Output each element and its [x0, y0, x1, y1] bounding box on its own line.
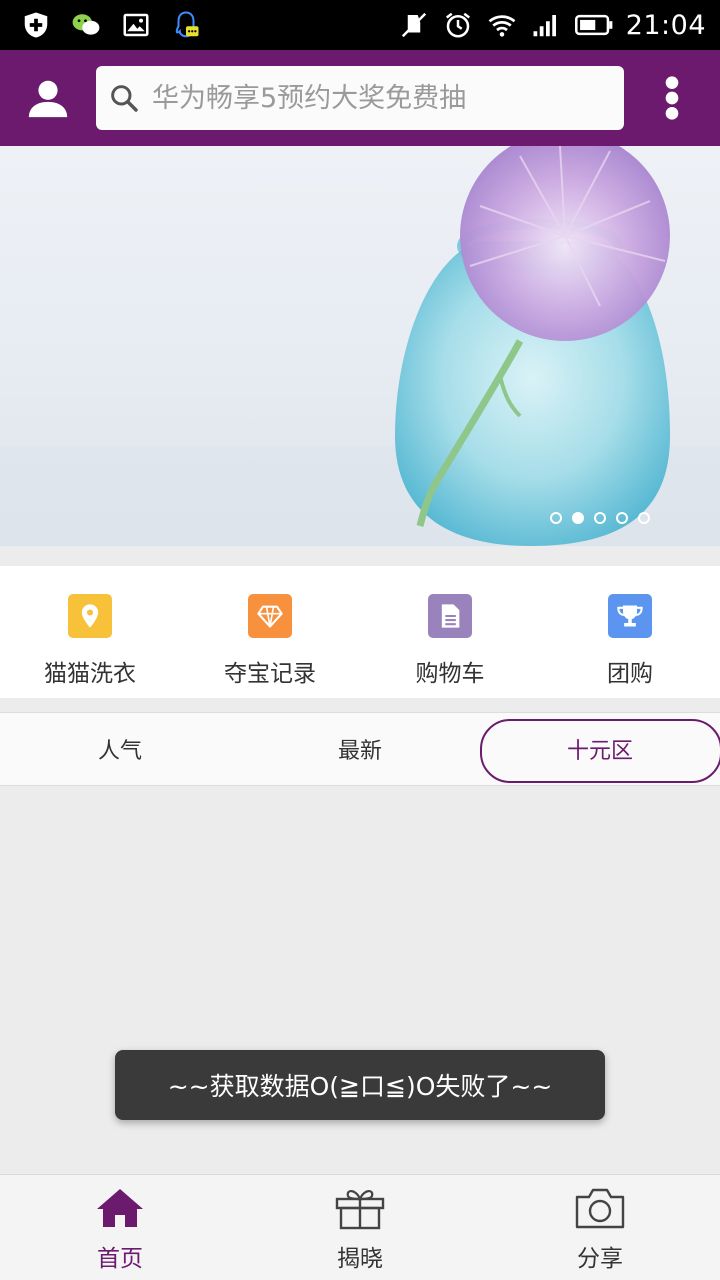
mute-icon: [398, 9, 430, 41]
user-icon: [28, 80, 68, 118]
trophy-icon: [608, 594, 652, 638]
diamond-icon: [248, 594, 292, 638]
wechat-icon: [70, 9, 102, 41]
carousel-dot[interactable]: [638, 512, 650, 524]
quick-menu-treasure-records[interactable]: 夺宝记录: [180, 566, 360, 698]
nav-share[interactable]: 分享: [480, 1175, 720, 1280]
tab-latest[interactable]: 最新: [240, 713, 480, 785]
more-button[interactable]: [624, 50, 720, 146]
carousel-dot[interactable]: [572, 512, 584, 524]
tab-popular[interactable]: 人气: [0, 713, 240, 785]
qq-icon: [170, 9, 202, 41]
carousel-dot[interactable]: [550, 512, 562, 524]
bottom-nav: 首页 揭晓 分享: [0, 1174, 720, 1280]
document-icon: [428, 594, 472, 638]
carousel-dot[interactable]: [616, 512, 628, 524]
carousel-dot[interactable]: [594, 512, 606, 524]
quick-menu-label: 团购: [607, 661, 653, 687]
tab-ten-yuan[interactable]: 十元区: [480, 713, 720, 785]
search-icon: [111, 85, 138, 112]
gift-icon: [333, 1185, 387, 1235]
quick-menu-label: 猫猫洗衣: [44, 661, 136, 687]
status-bar: 21:04: [0, 0, 720, 50]
battery-icon: [574, 9, 614, 41]
alarm-icon: [442, 9, 474, 41]
nav-label: 分享: [577, 1246, 623, 1272]
carousel-indicator[interactable]: [550, 512, 650, 524]
nav-label: 首页: [97, 1246, 143, 1272]
quick-menu: 猫猫洗衣 夺宝记录 购物车 团购: [0, 566, 720, 698]
quick-menu-cart[interactable]: 购物车: [360, 566, 540, 698]
nav-label: 揭晓: [337, 1246, 383, 1272]
quick-menu-label: 购物车: [415, 661, 485, 687]
more-vertical-icon: [665, 76, 679, 120]
search-box[interactable]: [96, 66, 624, 130]
banner-image: [0, 146, 720, 546]
error-toast: ~~获取数据O(≧口≦)O失败了~~: [115, 1050, 605, 1120]
quick-menu-group-buy[interactable]: 团购: [540, 566, 720, 698]
image-icon: [120, 9, 152, 41]
home-icon: [93, 1185, 147, 1235]
search-input[interactable]: [152, 82, 602, 114]
shield-plus-icon: [20, 9, 52, 41]
category-tabs: 人气 最新 十元区: [0, 712, 720, 786]
location-pin-icon: [68, 594, 112, 638]
wifi-icon: [486, 9, 518, 41]
signal-icon: [530, 9, 562, 41]
quick-menu-label: 夺宝记录: [224, 661, 316, 687]
top-bar: [0, 50, 720, 146]
nav-announce[interactable]: 揭晓: [240, 1175, 480, 1280]
status-time: 21:04: [625, 9, 706, 41]
quick-menu-laundry[interactable]: 猫猫洗衣: [0, 566, 180, 698]
banner-carousel[interactable]: [0, 146, 720, 546]
nav-home[interactable]: 首页: [0, 1175, 240, 1280]
camera-icon: [573, 1185, 627, 1235]
avatar-button[interactable]: [0, 50, 96, 146]
